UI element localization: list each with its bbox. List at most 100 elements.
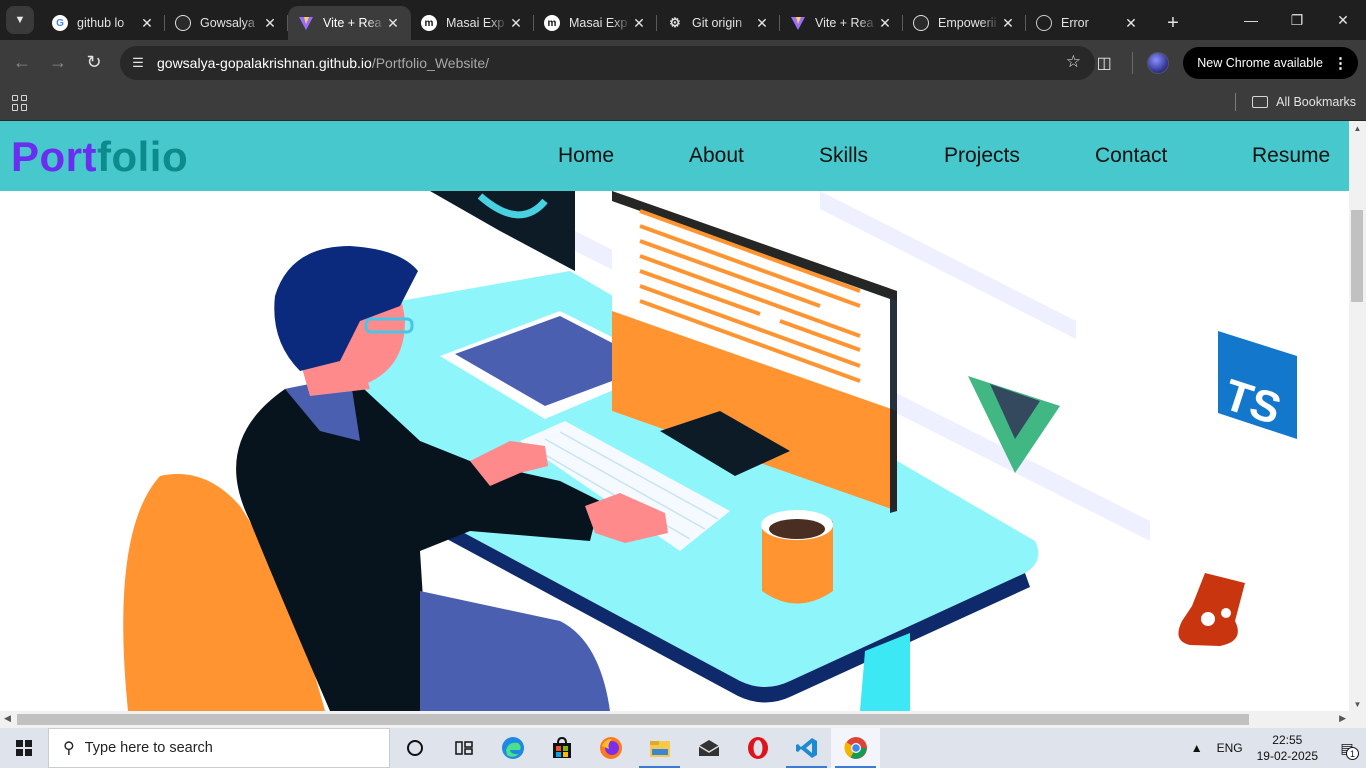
close-icon[interactable]: ✕	[385, 15, 401, 32]
tab-git-origin[interactable]: ⚙ Git origin ✕	[657, 6, 780, 40]
taskbar-file-explorer[interactable]	[635, 728, 684, 768]
task-view-icon	[454, 741, 473, 755]
taskbar-firefox[interactable]	[586, 728, 635, 768]
tab-vite-react-active[interactable]: Vite + Rea ✕	[288, 6, 411, 40]
clock[interactable]: 22:55 19-02-2025	[1257, 732, 1318, 764]
restore-button[interactable]: ❐	[1274, 0, 1320, 40]
edge-icon	[501, 737, 524, 759]
update-label: New Chrome available	[1197, 55, 1323, 70]
taskbar-edge[interactable]	[488, 728, 537, 768]
tab-title: Vite + Rea	[815, 16, 874, 30]
reload-icon: ↻	[86, 52, 102, 72]
page-viewport: TS Portfolio Home About Skills Projects …	[0, 121, 1349, 711]
url-text[interactable]: gowsalya-gopalakrishnan.github.io/Portfo…	[157, 55, 489, 71]
tab-github-login[interactable]: G github lo ✕	[42, 6, 165, 40]
search-placeholder: Type here to search	[84, 740, 213, 756]
url-path: /Portfolio_Website/	[371, 55, 490, 71]
notification-count-badge: 1	[1346, 747, 1359, 760]
arrow-right-icon: →	[49, 52, 67, 72]
nav-link-skills[interactable]: Skills	[819, 144, 868, 168]
nav-link-projects[interactable]: Projects	[944, 144, 1020, 168]
close-icon[interactable]: ✕	[262, 15, 278, 32]
vertical-scrollbar[interactable]: ▲ ▼	[1349, 121, 1366, 711]
close-icon[interactable]: ✕	[1123, 15, 1139, 32]
taskbar-mail[interactable]	[684, 728, 733, 768]
nav-link-about[interactable]: About	[689, 144, 744, 168]
globe-icon	[1036, 15, 1052, 31]
cortana-circle-icon	[406, 740, 423, 756]
minimize-button[interactable]: —	[1228, 0, 1274, 40]
taskbar-store[interactable]	[537, 728, 586, 768]
back-button[interactable]: ←	[4, 45, 40, 81]
more-menu-icon: ⋮	[1333, 54, 1348, 72]
forward-button[interactable]: →	[40, 45, 76, 81]
input-language[interactable]: ENG	[1217, 741, 1243, 755]
git-icon: ⚙	[669, 15, 681, 30]
site-header: Portfolio Home About Skills Projects Con…	[0, 121, 1349, 191]
start-button[interactable]	[0, 728, 48, 768]
nav-link-home[interactable]: Home	[558, 144, 614, 168]
firefox-icon	[599, 737, 622, 759]
url-host: gowsalya-gopalakrishnan.github.io	[157, 55, 372, 71]
tab-vite-react-2[interactable]: Vite + Rea ✕	[780, 6, 903, 40]
taskbar-chrome[interactable]	[831, 728, 880, 768]
nav-link-contact[interactable]: Contact	[1095, 144, 1167, 168]
masai-icon: m	[421, 15, 437, 31]
task-view-button[interactable]	[439, 728, 488, 768]
close-icon[interactable]: ✕	[877, 15, 893, 32]
taskbar-opera[interactable]	[733, 728, 782, 768]
reload-button[interactable]: ↻	[76, 45, 112, 81]
windows-logo-icon	[16, 740, 32, 756]
cortana-button[interactable]	[390, 728, 439, 768]
window-controls: — ❐ ✕	[1228, 0, 1366, 40]
tab-search-button[interactable]: ▼	[6, 6, 34, 34]
chrome-icon	[843, 737, 867, 759]
close-icon[interactable]: ✕	[1000, 15, 1016, 32]
tab-title: github lo	[77, 16, 125, 30]
new-chrome-available-button[interactable]: New Chrome available ⋮	[1183, 46, 1358, 79]
google-icon: G	[52, 15, 68, 31]
tab-masai-2[interactable]: m Masai Exp ✕	[534, 6, 657, 40]
tab-error[interactable]: Error ✕	[1026, 6, 1149, 40]
scroll-down-arrow-icon[interactable]: ▼	[1349, 700, 1366, 709]
browser-toolbar: ← → ↻ ☰ gowsalya-gopalakrishnan.github.i…	[0, 40, 1366, 85]
bookmark-star-icon[interactable]: ☆	[1066, 52, 1081, 72]
vertical-scroll-thumb[interactable]	[1351, 210, 1363, 302]
close-icon[interactable]: ✕	[139, 15, 155, 32]
action-center-button[interactable]: ▤ 1	[1332, 728, 1362, 768]
horizontal-scroll-thumb[interactable]	[17, 714, 1249, 725]
new-tab-button[interactable]: +	[1159, 9, 1187, 37]
tab-title: Empowerii	[938, 16, 997, 30]
horizontal-scrollbar[interactable]: ◀ ▶	[0, 711, 1366, 728]
close-icon[interactable]: ✕	[754, 15, 770, 32]
mail-icon	[698, 740, 719, 756]
show-hidden-icons-chevron-icon[interactable]: ▲	[1191, 741, 1203, 755]
all-bookmarks-button[interactable]: All Bookmarks	[1235, 93, 1356, 111]
taskbar-search-box[interactable]: ⚲ Type here to search	[48, 728, 390, 768]
nav-link-resume[interactable]: Resume	[1252, 144, 1330, 168]
site-info-icon[interactable]: ☰	[128, 55, 148, 71]
tab-title: Error	[1061, 16, 1089, 30]
github-icon	[913, 15, 929, 31]
tab-empowering[interactable]: Empowerii ✕	[903, 6, 1026, 40]
extensions-puzzle-icon[interactable]: ◫	[1092, 51, 1116, 75]
taskbar-vscode[interactable]	[782, 728, 831, 768]
scroll-right-arrow-icon[interactable]: ▶	[1339, 713, 1346, 724]
address-bar[interactable]: ☰ gowsalya-gopalakrishnan.github.io/Port…	[120, 46, 1095, 80]
close-icon[interactable]: ✕	[631, 15, 647, 32]
hero-illustration: TS	[114, 151, 1297, 711]
tab-gowsalya-github[interactable]: Gowsalya ✕	[165, 6, 288, 40]
bookmarks-bar: All Bookmarks	[0, 85, 1366, 121]
arrow-left-icon: ←	[13, 52, 31, 72]
scroll-up-arrow-icon[interactable]: ▲	[1349, 124, 1366, 133]
close-icon[interactable]: ✕	[508, 15, 524, 32]
apps-grid-icon[interactable]	[12, 94, 28, 111]
profile-avatar[interactable]	[1147, 51, 1170, 74]
bookmarks-divider	[1235, 93, 1237, 111]
toolbar-right: ◫ New Chrome available ⋮	[1092, 40, 1366, 85]
close-window-button[interactable]: ✕	[1320, 0, 1366, 40]
tab-masai-1[interactable]: m Masai Exp ✕	[411, 6, 534, 40]
all-bookmarks-label: All Bookmarks	[1276, 95, 1356, 109]
plus-icon: +	[1167, 11, 1179, 34]
scroll-left-arrow-icon[interactable]: ◀	[4, 713, 11, 724]
